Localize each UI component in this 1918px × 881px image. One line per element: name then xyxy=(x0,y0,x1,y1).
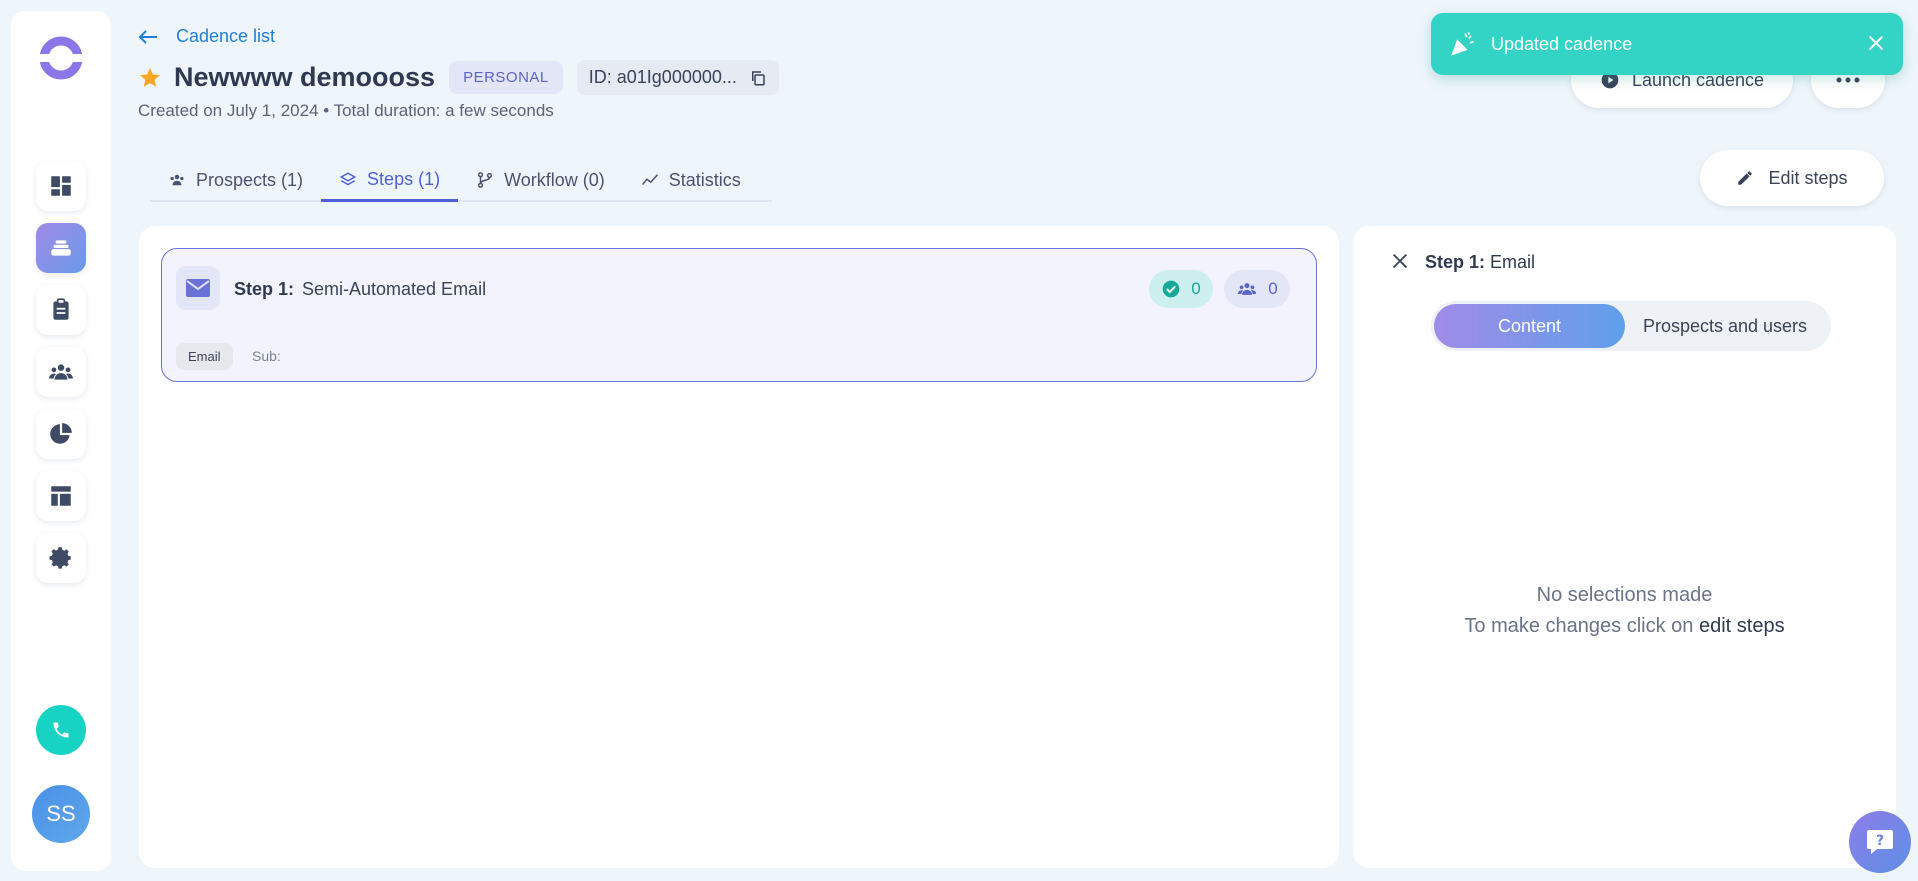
step-completed-value: 0 xyxy=(1191,279,1201,298)
page-title: Newwww demoooss xyxy=(174,62,436,92)
dashboard-icon xyxy=(51,176,71,196)
cadence-id-box: ID: a01Ig000000... xyxy=(576,60,779,95)
back-link-label: Cadence list xyxy=(176,26,276,46)
settings-icon xyxy=(49,547,71,569)
user-avatar[interactable]: SS xyxy=(32,785,90,843)
close-icon[interactable] xyxy=(1389,250,1411,272)
detail-title-value: Email xyxy=(1490,252,1536,272)
step-people-count: 0 xyxy=(1224,270,1290,308)
detail-title-label: Step 1: xyxy=(1425,252,1486,272)
tab-statistics-label: Statistics xyxy=(668,169,741,190)
nav-settings[interactable] xyxy=(36,533,86,583)
phone-button[interactable] xyxy=(36,705,86,755)
close-toast-icon[interactable] xyxy=(1865,32,1887,54)
tab-steps[interactable]: Steps (1) xyxy=(321,160,459,202)
detail-title: Step 1: Email xyxy=(1425,252,1535,273)
email-icon xyxy=(186,279,210,297)
step-type-badge: Email xyxy=(176,343,233,370)
arrow-left-icon xyxy=(138,29,157,44)
nav-tasks[interactable] xyxy=(36,285,86,335)
cadence-id-text: ID: a01Ig000000... xyxy=(588,67,737,87)
chart-line-icon xyxy=(641,174,658,185)
help-chat-icon: ? xyxy=(1867,830,1893,854)
tab-workflow-label: Workflow (0) xyxy=(504,169,605,190)
step-number-label: Step 1: xyxy=(234,279,295,299)
edit-steps-link[interactable]: edit steps xyxy=(1699,615,1785,637)
svg-text:?: ? xyxy=(1876,833,1884,849)
step-subject: Sub: xyxy=(252,348,281,364)
people-icon xyxy=(49,364,73,380)
party-popper-icon xyxy=(1451,32,1474,56)
cadence-icon xyxy=(51,240,71,256)
reports-icon xyxy=(50,423,72,444)
back-to-cadence-list-link[interactable]: Cadence list xyxy=(138,26,275,47)
layers-icon xyxy=(339,171,357,185)
nav-dashboard[interactable] xyxy=(36,161,86,211)
nav-people[interactable] xyxy=(36,347,86,397)
copy-icon[interactable] xyxy=(749,69,767,87)
tab-steps-label: Steps (1) xyxy=(367,169,441,189)
workflow-icon xyxy=(477,172,493,188)
detail-segmented-control: Content Prospects and users xyxy=(1431,301,1831,351)
tab-prospects-label: Prospects (1) xyxy=(196,169,304,190)
step-card[interactable]: Step 1: Semi-Automated Email 0 0 Email S… xyxy=(161,248,1317,382)
help-button[interactable]: ? xyxy=(1849,811,1911,873)
templates-icon xyxy=(51,486,71,506)
nav-templates[interactable] xyxy=(36,471,86,521)
tab-prospects[interactable]: Prospects (1) xyxy=(150,160,321,200)
edit-steps-button[interactable]: Edit steps xyxy=(1700,150,1884,206)
nav-cadences[interactable] xyxy=(36,223,86,273)
more-horizontal-icon xyxy=(1836,77,1860,83)
people-icon xyxy=(170,174,184,186)
personal-badge: PERSONAL xyxy=(449,61,563,94)
segment-prospects-users[interactable]: Prospects and users xyxy=(1625,304,1825,348)
pencil-icon xyxy=(1738,171,1753,185)
step-icon-wrap xyxy=(176,266,220,310)
cadence-meta: Created on July 1, 2024 • Total duration… xyxy=(138,101,554,120)
toast-message: Updated cadence xyxy=(1491,33,1633,54)
step-people-value: 0 xyxy=(1268,279,1278,298)
check-circle-icon xyxy=(1162,280,1180,298)
empty-state-hint: To make changes click on edit steps xyxy=(1353,615,1896,638)
step-name: Semi-Automated Email xyxy=(302,279,487,299)
toast-notification: Updated cadence xyxy=(1431,13,1903,75)
step-completed-count: 0 xyxy=(1149,270,1213,308)
tab-workflow[interactable]: Workflow (0) xyxy=(458,160,623,200)
title-row: Newwww demoooss PERSONAL ID: a01Ig000000… xyxy=(138,60,779,95)
empty-state-hint-prefix: To make changes click on xyxy=(1464,615,1694,637)
edit-steps-label: Edit steps xyxy=(1768,167,1848,188)
cadence-tabs: Prospects (1) Steps (1) Workflow (0) Sta… xyxy=(150,160,772,202)
phone-icon xyxy=(53,722,69,738)
nav-reports[interactable] xyxy=(36,409,86,459)
app-logo-icon[interactable] xyxy=(36,33,86,83)
star-icon[interactable] xyxy=(138,66,162,90)
people-icon xyxy=(1238,283,1257,295)
tasks-icon xyxy=(53,298,69,320)
step-detail-panel: Step 1: Email Content Prospects and user… xyxy=(1353,226,1896,868)
empty-state-title: No selections made xyxy=(1536,584,1713,606)
sidebar: SS xyxy=(11,11,111,871)
steps-panel: Step 1: Semi-Automated Email 0 0 Email S… xyxy=(139,226,1339,868)
tab-statistics[interactable]: Statistics xyxy=(623,160,759,200)
segment-content[interactable]: Content xyxy=(1434,304,1625,348)
